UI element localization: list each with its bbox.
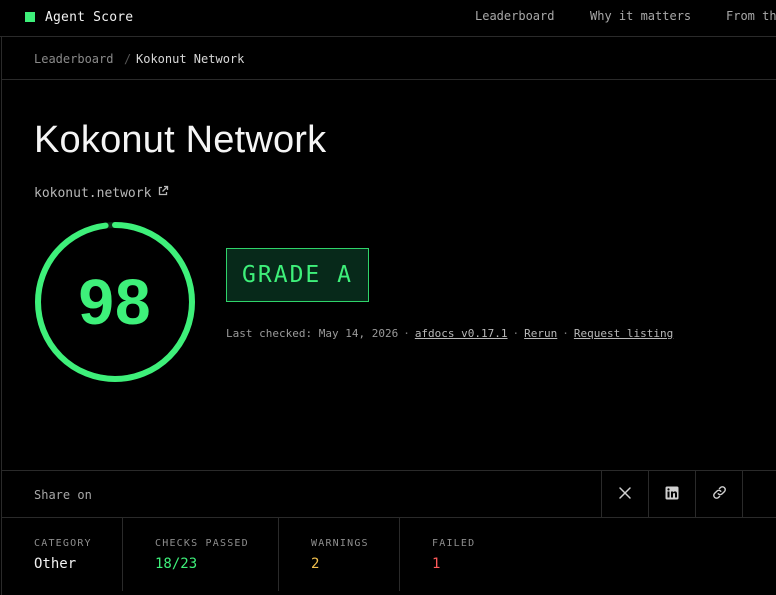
breadcrumb-separator: / xyxy=(124,52,132,66)
stat-failed-label: FAILED xyxy=(432,538,476,549)
brand-square-icon xyxy=(25,12,35,22)
stat-category-label: CATEGORY xyxy=(34,538,92,549)
stat-checks-label: CHECKS PASSED xyxy=(155,538,249,549)
x-logo-icon xyxy=(618,485,632,504)
domain-link-text: kokonut.network xyxy=(34,185,152,201)
page-title: Kokonut Network xyxy=(34,119,327,161)
last-checked-text: Last checked: May 14, 2026 xyxy=(226,327,399,340)
stat-divider xyxy=(399,518,400,591)
rerun-link[interactable]: Rerun xyxy=(524,327,557,340)
stat-checks-value: 18/23 xyxy=(155,556,198,572)
top-nav: Agent Score Leaderboard Why it matters F… xyxy=(0,0,776,37)
domain-link[interactable]: kokonut.network xyxy=(34,185,169,201)
stats-row: CATEGORY Other CHECKS PASSED 18/23 WARNI… xyxy=(2,518,776,595)
link-icon xyxy=(712,485,727,504)
share-row: Share on xyxy=(2,470,776,518)
nav-link-why-it-matters[interactable]: Why it matters xyxy=(590,9,691,23)
tool-version-link[interactable]: afdocs v0.17.1 xyxy=(415,327,508,340)
main-frame: Leaderboard / Kokonut Network Kokonut Ne… xyxy=(1,37,776,595)
share-row-end-cell xyxy=(742,471,776,518)
stat-warnings-label: WARNINGS xyxy=(311,538,369,549)
stat-checks-passed: CHECKS PASSED 18/23 xyxy=(155,518,278,591)
stat-divider xyxy=(278,518,279,591)
external-link-icon xyxy=(157,185,169,201)
brand-logo[interactable]: Agent Score xyxy=(25,8,133,26)
share-linkedin-button[interactable] xyxy=(648,471,695,518)
share-label: Share on xyxy=(34,488,92,502)
nav-link-from-the[interactable]: From the xyxy=(726,9,776,23)
stat-category-value: Other xyxy=(34,556,77,572)
copy-link-button[interactable] xyxy=(695,471,742,518)
meta-line: Last checked: May 14, 2026 · afdocs v0.17.… xyxy=(226,327,674,340)
stat-failed-value: 1 xyxy=(432,556,441,572)
score-value: 98 xyxy=(78,266,152,338)
stat-warnings: WARNINGS 2 xyxy=(311,518,399,591)
brand-name: Agent Score xyxy=(45,9,134,25)
breadcrumb-leaderboard-link[interactable]: Leaderboard xyxy=(34,52,113,66)
stat-divider xyxy=(122,518,123,591)
grade-badge: GRADE A xyxy=(226,248,369,302)
share-x-button[interactable] xyxy=(601,471,648,518)
breadcrumb: Leaderboard / Kokonut Network xyxy=(2,37,776,80)
stat-warnings-value: 2 xyxy=(311,556,320,572)
request-listing-link[interactable]: Request listing xyxy=(574,327,673,340)
breadcrumb-current: Kokonut Network xyxy=(136,52,245,66)
nav-link-leaderboard[interactable]: Leaderboard xyxy=(475,9,554,23)
linkedin-icon xyxy=(665,485,679,504)
stat-failed: FAILED 1 xyxy=(432,518,532,591)
stat-category: CATEGORY Other xyxy=(34,518,122,591)
